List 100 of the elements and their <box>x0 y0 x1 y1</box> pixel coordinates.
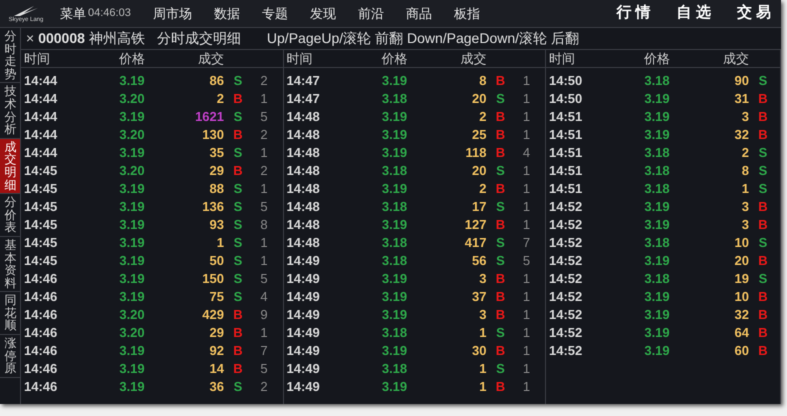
volume-cell-text: 1621 <box>194 108 224 126</box>
side-cell-text: B <box>757 342 769 360</box>
volume-cell-text: 64 <box>734 324 749 342</box>
time-cell-text: 14:47 <box>286 72 321 90</box>
price-cell-text: 3.19 <box>643 288 671 306</box>
time-cell-text: 14:52 <box>549 306 584 324</box>
volume-cell-text: 3 <box>478 270 486 288</box>
time-cell-text: 14:45 <box>24 252 58 270</box>
top-tab[interactable]: 交 易 <box>736 2 771 25</box>
price-cell-text: 3.19 <box>643 126 671 144</box>
sidebar-tab[interactable]: 分价表 <box>0 194 20 237</box>
volume-cell-text: 30 <box>471 342 486 360</box>
time-cell-text: 14:46 <box>24 342 58 360</box>
price-cell-text: 3.19 <box>118 378 146 396</box>
column-header: 时间 <box>24 50 51 68</box>
time-cell-text: 14:52 <box>549 288 584 306</box>
time-cell-text: 14:44 <box>24 108 58 126</box>
side-cell-text: B <box>757 288 769 306</box>
column-header: 价格 <box>118 50 146 68</box>
menu-item[interactable]: 专题 <box>262 4 288 24</box>
count-cell-text: 1 <box>522 324 532 342</box>
side-cell-text: B <box>232 162 244 180</box>
side-cell-text: S <box>758 270 768 288</box>
time-cell-text: 14:48 <box>286 144 321 162</box>
side-cell-text: B <box>232 306 244 324</box>
price-cell-text: 3.19 <box>380 342 408 360</box>
count-cell-text: 1 <box>522 360 532 378</box>
time-cell-text: 14:52 <box>549 198 584 216</box>
side-cell-text: B <box>757 324 769 342</box>
volume-cell-text: 8 <box>740 162 749 180</box>
side-cell-text: B <box>757 90 769 108</box>
menu-item[interactable]: 商品 <box>406 4 432 24</box>
time-cell-text: 14:51 <box>549 144 584 162</box>
price-cell-text: 3.19 <box>380 288 408 306</box>
price-cell-text: 3.18 <box>380 234 408 252</box>
count-cell-text: 2 <box>259 378 269 396</box>
sidebar-tab[interactable]: 成交明细 <box>0 138 20 194</box>
close-icon[interactable]: × <box>26 28 34 49</box>
sidebar-tab[interactable]: 基本资料 <box>0 236 20 292</box>
side-cell-text: S <box>232 144 244 162</box>
side-cell-text: S <box>232 234 244 252</box>
top-tab[interactable]: 行 情 <box>616 2 651 25</box>
price-cell-text: 3.20 <box>118 306 146 324</box>
menu-item[interactable]: 前沿 <box>358 4 384 24</box>
side-cell-text: B <box>232 126 244 144</box>
time-cell-text: 14:48 <box>286 126 321 144</box>
side-cell-text: B <box>494 216 506 234</box>
price-cell-text: 3.19 <box>118 198 146 216</box>
price-cell-text: 3.18 <box>380 324 408 342</box>
volume-cell-text: 3 <box>740 198 749 216</box>
price-cell-text: 3.19 <box>380 72 408 90</box>
time-cell-text: 14:46 <box>24 270 58 288</box>
time-cell-text: 14:52 <box>549 216 584 234</box>
sidebar-tab[interactable]: 同花顺 <box>0 292 20 336</box>
price-cell-text: 3.18 <box>643 234 671 252</box>
time-cell-text: 14:44 <box>24 126 58 144</box>
side-cell-text: S <box>758 162 768 180</box>
time-cell-text: 14:48 <box>286 216 321 234</box>
side-cell-text: B <box>232 360 244 378</box>
time-cell-text: 14:45 <box>24 198 58 216</box>
count-cell-text: 5 <box>259 270 269 288</box>
top-tab[interactable]: 自 选 <box>676 2 711 25</box>
side-cell-text: B <box>494 108 506 126</box>
menu-item[interactable]: 菜单 <box>60 4 86 24</box>
volume-cell-text: 50 <box>208 252 224 270</box>
volume-cell-text: 19 <box>734 270 749 288</box>
count-cell-text: 1 <box>522 306 532 324</box>
volume-cell-text: 75 <box>208 288 224 306</box>
menu-item[interactable]: 周市场 <box>152 4 192 24</box>
time-cell-text: 14:51 <box>549 180 584 198</box>
side-cell-text: B <box>757 252 769 270</box>
price-cell-text: 3.19 <box>118 288 146 306</box>
count-cell-text: 1 <box>522 216 532 234</box>
menu-item[interactable]: 数据 <box>214 4 240 24</box>
time-cell-text: 14:46 <box>24 288 58 306</box>
time-cell-text: 14:49 <box>286 342 321 360</box>
volume-cell-text: 118 <box>464 144 486 162</box>
time-cell-text: 14:48 <box>286 198 321 216</box>
volume-cell-text: 36 <box>208 378 224 396</box>
side-cell-text: S <box>495 90 506 108</box>
time-cell-text: 14:51 <box>549 108 584 126</box>
menu-item[interactable]: 发现 <box>310 4 336 24</box>
volume-cell-text: 92 <box>208 342 224 360</box>
volume-cell-text: 3 <box>740 216 749 234</box>
price-cell-text: 3.19 <box>118 342 146 360</box>
price-cell-text: 3.19 <box>380 306 408 324</box>
sidebar-tab[interactable]: 涨停原 <box>0 335 20 378</box>
menu-item[interactable]: 板指 <box>454 4 480 24</box>
price-cell-text: 3.19 <box>643 216 671 234</box>
side-cell-text: S <box>232 108 244 126</box>
time-cell-text: 14:52 <box>549 342 584 360</box>
count-cell-text: 2 <box>259 72 269 90</box>
price-cell-text: 3.19 <box>118 234 146 252</box>
side-cell-text: B <box>232 342 244 360</box>
side-cell-text: S <box>758 72 768 90</box>
volume-cell-text: 29 <box>208 162 224 180</box>
price-cell-text: 3.20 <box>118 90 146 108</box>
sidebar-tab[interactable]: 分时走势 <box>0 28 20 84</box>
time-cell-text: 14:52 <box>549 270 584 288</box>
price-cell-text: 3.18 <box>643 180 671 198</box>
